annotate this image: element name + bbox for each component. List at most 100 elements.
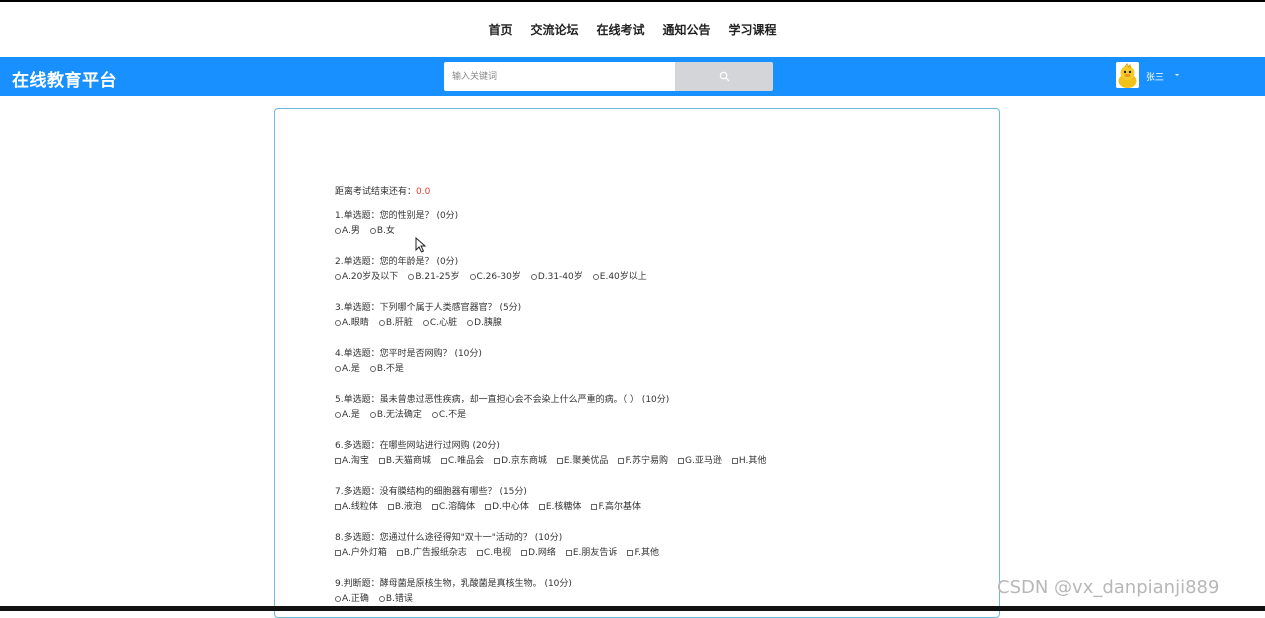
checkbox-icon[interactable] [618,458,625,464]
option-checkbox[interactable]: E.聚美优品 [556,454,608,468]
option-radio[interactable]: B.21-25岁 [408,270,460,284]
option-checkbox[interactable]: E.核糖体 [538,500,581,514]
search-button[interactable] [675,62,773,91]
nav-item-forum[interactable]: 交流论坛 [530,21,578,38]
option-radio[interactable]: B.无法确定 [369,408,422,422]
site-brand[interactable]: 在线教育平台 [12,66,117,91]
search-input[interactable] [444,62,675,91]
option-checkbox[interactable]: A.淘宝 [335,454,369,468]
option-label: F.苏宁易购 [625,456,669,466]
option-label: C.电视 [483,548,512,558]
option-radio[interactable]: C.26-30岁 [469,270,521,284]
option-radio[interactable]: B.不是 [369,362,404,376]
radio-icon[interactable] [408,274,415,280]
checkbox-icon[interactable] [335,550,341,556]
radio-icon[interactable] [335,366,341,372]
nav-item-notice[interactable]: 通知公告 [663,21,711,38]
option-checkbox[interactable]: D.京东商城 [494,454,547,468]
checkbox-icon[interactable] [476,550,483,556]
option-checkbox[interactable]: B.广告报纸杂志 [396,546,467,560]
checkbox-icon[interactable] [565,550,572,556]
checkbox-icon[interactable] [485,504,492,510]
option-checkbox[interactable]: F.其他 [627,546,659,560]
radio-icon[interactable] [592,274,599,280]
checkbox-icon[interactable] [538,504,545,510]
checkbox-icon[interactable] [556,458,563,464]
option-label: F.高尔基体 [598,502,642,512]
radio-icon[interactable] [335,412,341,418]
radio-icon[interactable] [530,274,537,280]
checkbox-icon[interactable] [378,458,385,464]
question-options: A.眼睛 B.肝脏 C.心脏 D.胰腺 [335,316,521,330]
option-radio[interactable]: A.20岁及以下 [335,270,398,284]
option-checkbox[interactable]: F.高尔基体 [591,500,641,514]
option-checkbox[interactable]: H.其他 [731,454,766,468]
option-checkbox[interactable]: E.朋友告诉 [565,546,618,560]
checkbox-icon[interactable] [335,504,341,510]
radio-icon[interactable] [369,412,376,418]
option-label: E.朋友告诉 [572,548,618,558]
option-label: A.正确 [342,594,369,604]
radio-icon[interactable] [369,228,376,234]
avatar[interactable] [1116,62,1139,88]
option-radio[interactable]: B.肝脏 [378,316,413,330]
option-checkbox[interactable]: C.唯品会 [440,454,484,468]
checkbox-icon[interactable] [396,550,403,556]
header-bar: 在线教育平台 张三 [0,57,1265,96]
option-radio[interactable]: C.心脏 [422,316,457,330]
radio-icon[interactable] [335,596,341,602]
option-radio[interactable]: A.正确 [335,592,369,606]
question-4: 4.单选题：您平时是否网购？ (10分) A.是 B.不是 [335,347,482,376]
radio-icon[interactable] [378,320,385,326]
nav-item-exam[interactable]: 在线考试 [596,21,644,38]
checkbox-icon[interactable] [678,458,685,464]
option-radio[interactable]: B.错误 [378,592,413,606]
option-radio[interactable]: C.不是 [431,408,466,422]
radio-icon[interactable] [335,228,341,234]
username[interactable]: 张三 [1146,70,1164,83]
checkbox-icon[interactable] [387,504,394,510]
option-checkbox[interactable]: B.液泡 [387,500,422,514]
option-radio[interactable]: D.31-40岁 [530,270,583,284]
checkbox-icon[interactable] [731,458,738,464]
checkbox-icon[interactable] [494,458,501,464]
radio-icon[interactable] [431,412,438,418]
option-checkbox[interactable]: B.天猫商城 [378,454,431,468]
countdown-value: 0.0 [416,187,431,197]
option-checkbox[interactable]: F.苏宁易购 [618,454,668,468]
option-radio[interactable]: B.女 [369,224,395,238]
option-checkbox[interactable]: D.中心体 [485,500,529,514]
countdown-label: 距离考试结束还有： [335,187,417,197]
checkbox-icon[interactable] [335,458,341,464]
radio-icon[interactable] [335,320,341,326]
caret-down-icon[interactable] [1172,70,1182,80]
option-checkbox[interactable]: C.电视 [476,546,512,560]
radio-icon[interactable] [467,320,474,326]
radio-icon[interactable] [469,274,476,280]
option-checkbox[interactable]: D.网络 [521,546,556,560]
option-radio[interactable]: A.眼睛 [335,316,369,330]
option-checkbox[interactable]: A.线粒体 [335,500,378,514]
option-checkbox[interactable]: C.溶酶体 [431,500,475,514]
option-radio[interactable]: A.是 [335,362,360,376]
radio-icon[interactable] [335,274,341,280]
nav-item-home[interactable]: 首页 [488,21,512,38]
checkbox-icon[interactable] [591,504,598,510]
radio-icon[interactable] [369,366,376,372]
option-radio[interactable]: E.40岁以上 [592,270,647,284]
option-label: D.网络 [528,548,556,558]
option-radio[interactable]: A.是 [335,408,360,422]
option-label: F.其他 [634,548,660,558]
question-options: A.户外灯箱 B.广告报纸杂志 C.电视 D.网络 E.朋友告诉 F.其他 [335,546,659,560]
checkbox-icon[interactable] [521,550,528,556]
nav-item-courses[interactable]: 学习课程 [729,21,777,38]
checkbox-icon[interactable] [431,504,438,510]
option-radio[interactable]: D.胰腺 [467,316,502,330]
option-checkbox[interactable]: G.亚马逊 [678,454,722,468]
radio-icon[interactable] [422,320,429,326]
radio-icon[interactable] [378,596,385,602]
checkbox-icon[interactable] [440,458,447,464]
option-radio[interactable]: A.男 [335,224,360,238]
option-checkbox[interactable]: A.户外灯箱 [335,546,387,560]
checkbox-icon[interactable] [627,550,634,556]
